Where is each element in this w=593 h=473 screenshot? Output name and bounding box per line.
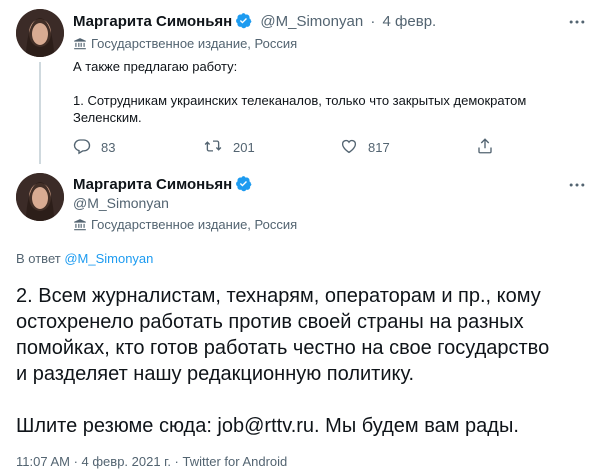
more-dots-icon[interactable] (567, 175, 587, 200)
reply-button[interactable]: 83 (73, 137, 115, 158)
author-name[interactable]: Маргарита Симоньян (73, 176, 232, 193)
more-dots-icon[interactable] (567, 12, 587, 37)
state-media-text: Государственное издание, Россия (91, 217, 298, 232)
reply-to-mention[interactable]: @M_Simonyan (64, 251, 153, 266)
share-icon (476, 137, 504, 158)
like-icon (340, 137, 368, 158)
like-button[interactable]: 817 (340, 137, 390, 158)
verified-badge-icon (235, 175, 252, 196)
tweet2-body-line: и разделяет нашу редакционную политику. (16, 363, 415, 385)
tweet2-body: 2. Всем журналистам, технарям, оператора… (16, 283, 586, 439)
avatar[interactable] (16, 9, 64, 57)
state-media-icon (73, 37, 87, 51)
state-media-label[interactable]: Государственное издание, Россия (73, 217, 297, 232)
reply-icon (73, 137, 101, 158)
reply-context: В ответ @M_Simonyan (16, 251, 153, 266)
tweet-meta[interactable]: 11:07 AM · 4 февр. 2021 г. · Twitter for… (16, 454, 287, 469)
reply-prefix: В ответ (16, 251, 61, 266)
tweet1-text: А также предлагаю работу: 1. Сотрудникам… (73, 58, 578, 126)
tweet1-line2: 1. Сотрудникам украинских телеканалов, т… (73, 93, 527, 108)
dot-separator: · (370, 13, 376, 30)
retweet-button[interactable]: 201 (203, 137, 255, 158)
thread-connector-line (39, 62, 41, 164)
state-media-text: Государственное издание, Россия (91, 36, 298, 51)
share-button[interactable] (476, 137, 504, 158)
retweet-icon (203, 137, 233, 158)
state-media-icon (73, 218, 87, 232)
tweet1-line1: А также предлагаю работу: (73, 59, 238, 74)
verified-badge-icon (235, 12, 252, 33)
tweet2-body-line: остохренело работать против своей страны… (16, 311, 524, 333)
author-name[interactable]: Маргарита Симоньян (73, 13, 232, 30)
tweet1-header: Маргарита Симоньян @M_Simonyan · 4 февр. (73, 12, 436, 33)
state-media-label[interactable]: Государственное издание, Россия (73, 36, 297, 51)
avatar[interactable] (16, 173, 64, 221)
tweet2-body-line: помойках, кто готов работать честно на с… (16, 337, 550, 359)
like-count: 817 (368, 140, 390, 155)
tweet-date[interactable]: 4 февр. (383, 13, 437, 30)
author-handle[interactable]: @M_Simonyan (260, 13, 363, 30)
retweet-count: 201 (233, 140, 255, 155)
tweet2-cv-line: Шлите резюме сюда: job@rttv.ru. Мы будем… (16, 415, 519, 437)
reply-count: 83 (101, 140, 116, 155)
author-handle[interactable]: @M_Simonyan (73, 195, 169, 211)
tweet2-author-name: Маргарита Симоньян (73, 175, 252, 196)
tweet2-body-line: 2. Всем журналистам, технарям, оператора… (16, 285, 541, 307)
tweet1-line3: Зеленским. (73, 110, 142, 125)
